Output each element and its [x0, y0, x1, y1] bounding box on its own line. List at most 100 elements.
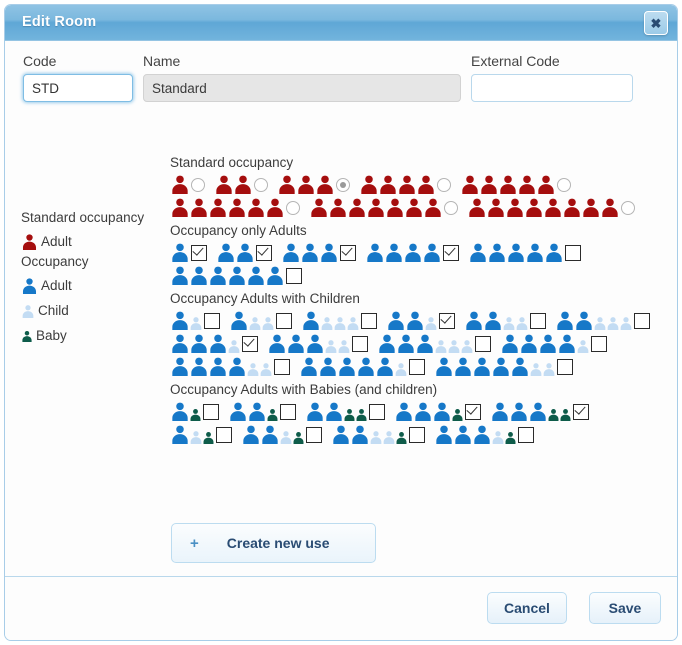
occupancy-radio[interactable]: [621, 201, 635, 215]
occupancy-checkbox[interactable]: [306, 427, 322, 443]
create-new-use-button[interactable]: + Create new use: [171, 523, 376, 563]
occupancy-option[interactable]: [467, 197, 635, 217]
occupancy-option[interactable]: [170, 197, 300, 217]
occupancy-radio[interactable]: [557, 178, 571, 192]
occupancy-option[interactable]: [170, 310, 220, 330]
occupancy-option[interactable]: [394, 401, 481, 421]
adult-icon: [509, 401, 529, 421]
baby-icon: [559, 408, 572, 421]
cancel-button[interactable]: Cancel: [487, 592, 567, 624]
occupancy-checkbox[interactable]: [280, 404, 296, 420]
adult-red-icon: [359, 174, 379, 194]
occupancy-option[interactable]: [170, 265, 302, 285]
close-icon[interactable]: ✖: [644, 11, 668, 35]
occupancy-checkbox[interactable]: [557, 359, 573, 375]
occupancy-checkbox[interactable]: [352, 336, 368, 352]
adult-red-icon: [581, 197, 601, 217]
occupancy-option[interactable]: [434, 356, 573, 376]
occupancy-option[interactable]: [434, 424, 534, 444]
child-icon: [21, 304, 35, 318]
adult-red-icon: [404, 197, 424, 217]
code-input[interactable]: [23, 74, 133, 102]
occupancy-option[interactable]: [170, 174, 205, 194]
occupancy-checkbox[interactable]: [274, 359, 290, 375]
occupancy-option[interactable]: [464, 310, 546, 330]
occupancy-option[interactable]: [267, 333, 368, 353]
occupancy-checkbox[interactable]: [475, 336, 491, 352]
occupancy-checkbox[interactable]: [286, 268, 302, 284]
occupancy-option[interactable]: [277, 174, 350, 194]
adult-red-icon: [498, 174, 518, 194]
people-group: [490, 401, 571, 421]
occupancy-checkbox[interactable]: [256, 245, 272, 261]
occupancy-checkbox[interactable]: [340, 245, 356, 261]
occupancy-option[interactable]: [377, 333, 491, 353]
occupancy-option[interactable]: [305, 401, 385, 421]
occupancy-checkbox[interactable]: [191, 245, 207, 261]
occupancy-option[interactable]: [331, 424, 425, 444]
adult-icon: [337, 356, 357, 376]
occupancy-checkbox[interactable]: [518, 427, 534, 443]
occupancy-checkbox[interactable]: [573, 404, 589, 420]
occupancy-checkbox[interactable]: [369, 404, 385, 420]
occupancy-radio[interactable]: [336, 178, 350, 192]
occupancy-checkbox[interactable]: [409, 359, 425, 375]
adult-icon: [453, 356, 473, 376]
people-group: [301, 310, 359, 330]
occupancy-option[interactable]: [386, 310, 455, 330]
occupancy-option[interactable]: [170, 401, 219, 421]
occupancy-radio[interactable]: [254, 178, 268, 192]
occupancy-option[interactable]: [170, 424, 232, 444]
occupancy-checkbox[interactable]: [242, 336, 258, 352]
plus-icon: +: [190, 534, 199, 552]
name-input[interactable]: [143, 74, 461, 102]
occupancy-option[interactable]: [281, 242, 356, 262]
occupancy-checkbox[interactable]: [439, 313, 455, 329]
occupancy-option[interactable]: [490, 401, 589, 421]
occupancy-checkbox[interactable]: [530, 313, 546, 329]
occupancy-option[interactable]: [228, 401, 296, 421]
occupancy-option[interactable]: [365, 242, 459, 262]
occupancy-option[interactable]: [241, 424, 322, 444]
occupancy-radio[interactable]: [444, 201, 458, 215]
occupancy-option[interactable]: [229, 310, 292, 330]
occupancy-checkbox[interactable]: [276, 313, 292, 329]
occupancy-option[interactable]: [468, 242, 581, 262]
occupancy-checkbox[interactable]: [204, 313, 220, 329]
child-icon: [593, 316, 607, 330]
occupancy-option[interactable]: [170, 333, 258, 353]
occupancy-option[interactable]: [460, 174, 571, 194]
occupancy-radio[interactable]: [437, 178, 451, 192]
adult-icon: [267, 333, 287, 353]
occupancy-checkbox[interactable]: [634, 313, 650, 329]
adult-red-icon: [378, 174, 398, 194]
people-group: [267, 333, 350, 353]
occupancy-checkbox[interactable]: [361, 313, 377, 329]
adult-icon: [247, 401, 267, 421]
save-button[interactable]: Save: [589, 592, 661, 624]
occupancy-checkbox[interactable]: [443, 245, 459, 261]
occupancy-option[interactable]: [299, 356, 425, 376]
occupancy-radio[interactable]: [286, 201, 300, 215]
adult-red-icon: [486, 197, 506, 217]
occupancy-checkbox[interactable]: [409, 427, 425, 443]
occupancy-option[interactable]: [216, 242, 272, 262]
occupancy-radio[interactable]: [191, 178, 205, 192]
occupancy-option[interactable]: [555, 310, 650, 330]
baby-icon: [189, 408, 202, 421]
occupancy-option[interactable]: [170, 242, 207, 262]
occupancy-checkbox[interactable]: [565, 245, 581, 261]
occupancy-checkbox[interactable]: [203, 404, 219, 420]
people-group: [228, 401, 278, 421]
occupancy-option[interactable]: [359, 174, 451, 194]
occupancy-option[interactable]: [500, 333, 607, 353]
occupancy-checkbox[interactable]: [216, 427, 232, 443]
occupancy-checkbox[interactable]: [465, 404, 481, 420]
occupancy-option[interactable]: [301, 310, 377, 330]
occupancy-option[interactable]: [214, 174, 268, 194]
external-code-input[interactable]: [471, 74, 633, 102]
occupancy-checkbox[interactable]: [591, 336, 607, 352]
occupancy-option[interactable]: [309, 197, 458, 217]
adult-icon: [538, 333, 558, 353]
occupancy-option[interactable]: [170, 356, 290, 376]
